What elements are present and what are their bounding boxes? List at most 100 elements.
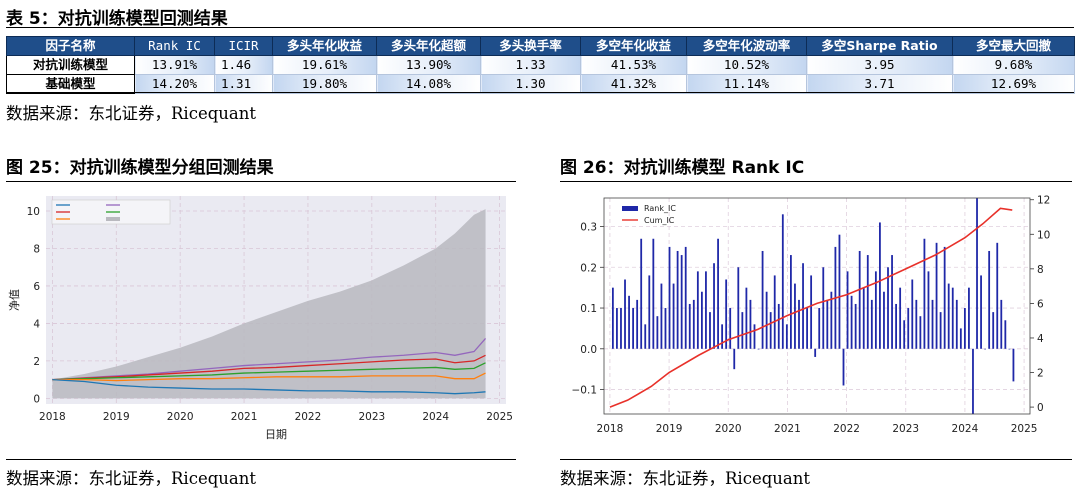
y-right-tick-label: 2 (1037, 368, 1044, 380)
x-tick-label: 2023 (358, 411, 385, 423)
cell-ls-max-drawdown: 9.68% (952, 55, 1075, 75)
ic-bar (705, 271, 707, 349)
table-bottom-rule (6, 92, 1074, 93)
ic-bar (644, 324, 647, 349)
y-left-tick-label: −0.1 (572, 385, 598, 397)
table-row: 基础模型 14.20% 1.31 19.80% 14.08% 1.30 41.3… (6, 74, 1075, 94)
ic-bar (672, 283, 675, 349)
ic-bar (729, 308, 732, 349)
x-tick-label: 2021 (774, 423, 801, 435)
ic-bar (903, 320, 906, 349)
ic-bar (951, 287, 954, 349)
row-name: 基础模型 (6, 74, 135, 94)
ic-bar (980, 275, 982, 349)
y-left-tick-label: 0.2 (580, 262, 597, 274)
ic-bar (652, 238, 655, 349)
plot-area (604, 198, 1030, 414)
cell-ls-annual-return: 41.32% (580, 74, 687, 94)
ic-bar (688, 303, 691, 349)
header-factor-name: 因子名称 (6, 36, 135, 56)
y-right-tick-label: 0 (1037, 402, 1044, 414)
y-axis-label: 净值 (7, 289, 21, 311)
x-tick-label: 2024 (422, 411, 449, 423)
fig26-source: 数据来源：东北证券，Ricequant (560, 469, 810, 488)
ic-bar (943, 246, 946, 349)
ic-bar (692, 299, 695, 349)
ic-bar (858, 250, 861, 349)
x-axis-label: 日期 (265, 428, 287, 441)
ic-bar (636, 299, 639, 349)
fig25-source: 数据来源：东北证券，Ricequant (6, 469, 256, 488)
ic-bar (850, 295, 853, 349)
x-tick-label: 2025 (486, 411, 513, 423)
cell-long-annual-excess: 14.08% (376, 74, 481, 94)
cell-long-annual-return: 19.61% (272, 55, 377, 75)
x-tick-label: 2024 (952, 423, 979, 435)
y-tick-label: 6 (33, 281, 40, 293)
fig25-caption: 图 25：对抗训练模型分组回测结果 (6, 158, 274, 178)
legend-label-rank-ic: Rank_IC (644, 204, 676, 213)
ic-bar (624, 279, 626, 349)
ic-bar (846, 271, 849, 349)
ic-bar (648, 275, 651, 349)
y-left-tick-label: 0.0 (580, 344, 597, 356)
legend (51, 199, 171, 225)
cell-icir: 1.31 (214, 74, 273, 94)
x-tick-label: 2021 (231, 411, 258, 423)
ic-bar (814, 348, 817, 357)
cell-rank-ic: 14.20% (134, 74, 215, 94)
y-tick-label: 0 (33, 393, 40, 405)
x-tick-label: 2025 (1011, 423, 1038, 435)
fig25-chart: 2018 2019 2020 2021 2022 2023 2024 2025 0 2 4 6 8 10 日… (7, 196, 513, 441)
ic-bar (931, 299, 934, 349)
cell-ls-sharpe: 3.95 (806, 55, 953, 75)
ic-bar (963, 308, 966, 349)
cell-ls-sharpe: 3.71 (806, 74, 953, 94)
ic-bar (620, 308, 622, 349)
x-tick-label: 2019 (103, 411, 130, 423)
ic-bar (915, 299, 918, 349)
legend-swatch-bar (622, 206, 638, 211)
y-right-tick-label: 6 (1037, 298, 1044, 310)
header-icir: ICIR (214, 36, 273, 56)
ic-bar (927, 271, 930, 349)
ic-bar (753, 324, 756, 349)
ic-bar (785, 324, 788, 349)
ic-bar (676, 250, 679, 349)
x-tick-label: 2018 (39, 411, 66, 423)
y-right-tick-label: 12 (1037, 195, 1050, 207)
header-ls-annual-volatility: 多空年化波动率 (686, 36, 807, 56)
results-table: 因子名称 Rank IC ICIR 多头年化收益 多头年化超额 多头换手率 多空… (6, 36, 1075, 94)
x-tick-label: 2020 (715, 423, 742, 435)
table-header-row: 因子名称 Rank IC ICIR 多头年化收益 多头年化超额 多头换手率 多空… (6, 36, 1075, 56)
ic-bar (1008, 348, 1011, 350)
header-long-turnover: 多头换手率 (480, 36, 581, 56)
ic-bar (664, 308, 667, 349)
fig25-top-rule (6, 181, 516, 182)
ic-bar (842, 348, 845, 386)
cell-ls-annual-volatility: 11.14% (686, 74, 807, 94)
ic-bar (883, 291, 885, 349)
table-caption: 表 5：对抗训练模型回测结果 (6, 9, 228, 29)
ic-bar (717, 238, 719, 349)
ic-bar (668, 246, 671, 349)
header-ls-sharpe: 多空Sharpe Ratio (806, 36, 953, 56)
ic-bar (1012, 348, 1015, 382)
ic-bar (741, 312, 744, 349)
header-rank-ic: Rank IC (134, 36, 215, 56)
y-tick-label: 2 (33, 356, 40, 368)
ic-bar (769, 312, 772, 349)
ic-bar (790, 255, 792, 349)
ic-bar (911, 279, 914, 349)
ic-bar (818, 308, 821, 349)
ic-bar (919, 316, 922, 349)
ic-bar (773, 275, 776, 349)
fig26-chart: 2018 2019 2020 2021 2022 2023 2024 2025 −0.1 0.0 0… (572, 195, 1051, 435)
cell-ls-annual-volatility: 10.52% (686, 55, 807, 75)
fig26-top-rule (560, 181, 1072, 182)
ic-bar (721, 324, 724, 349)
fig25-bottom-rule (6, 459, 516, 460)
ic-bar (680, 255, 683, 349)
y-tick-label: 4 (33, 318, 40, 330)
ic-bar (749, 299, 752, 349)
